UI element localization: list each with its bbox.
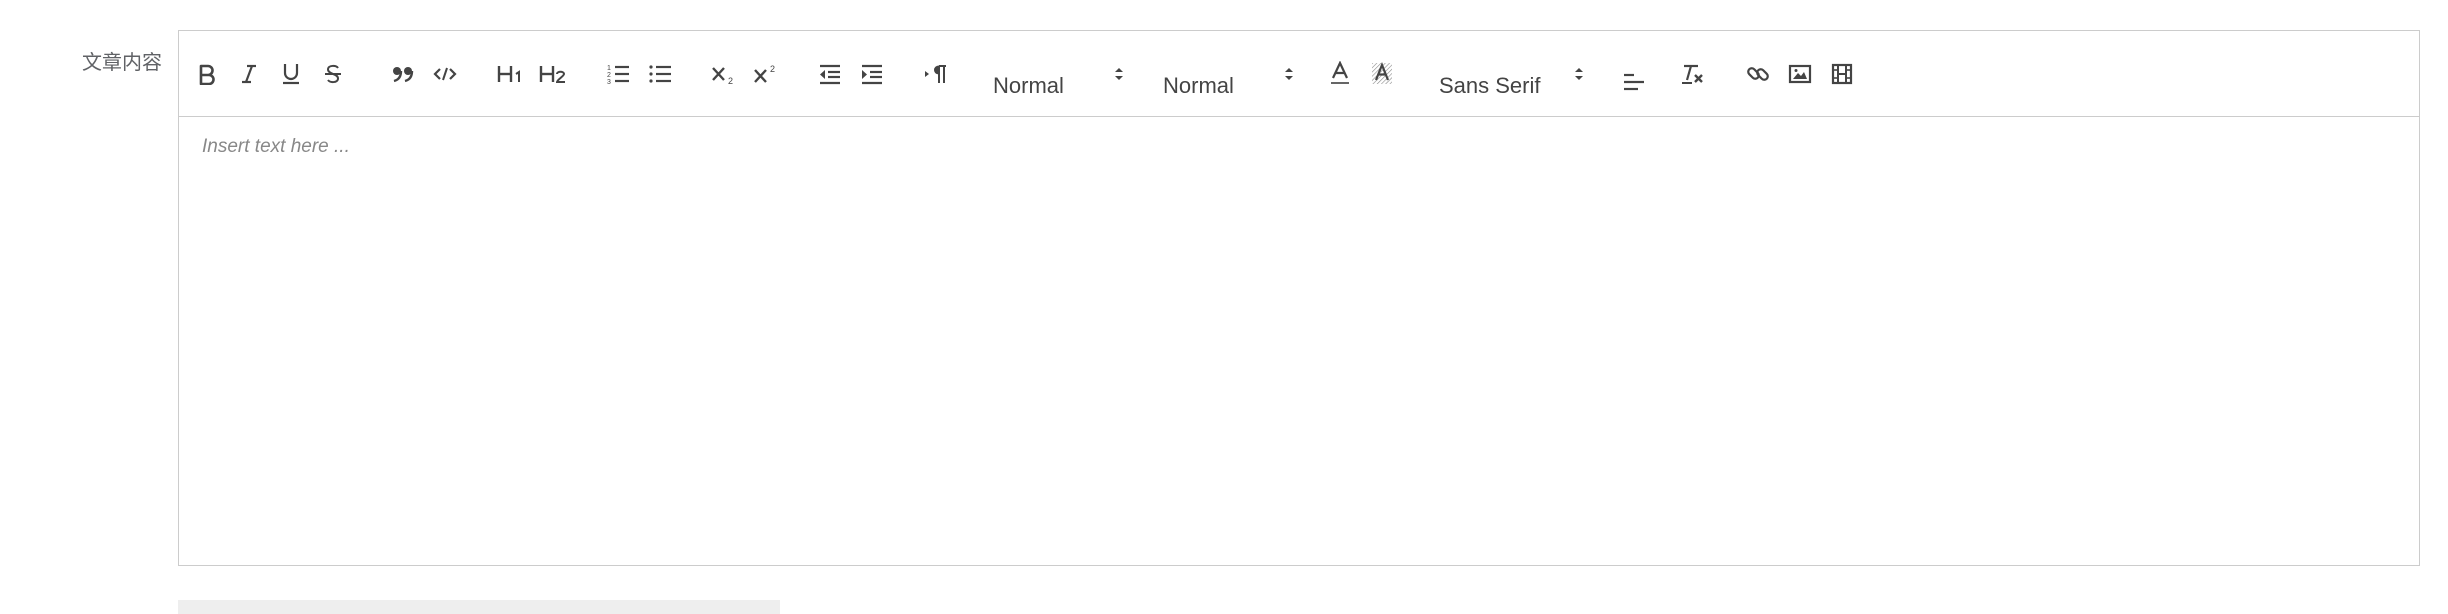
color-button[interactable] xyxy=(1325,31,1355,117)
direction-icon xyxy=(925,65,946,83)
svg-text:1: 1 xyxy=(607,65,611,72)
size-picker-label: Normal xyxy=(1163,73,1234,98)
italic-icon xyxy=(242,64,256,84)
svg-text:2: 2 xyxy=(728,76,733,85)
svg-text:2: 2 xyxy=(607,72,611,79)
ordered-list-icon: 1 2 3 xyxy=(607,65,629,85)
underline-button[interactable] xyxy=(277,31,305,117)
editor-content[interactable] xyxy=(179,117,2419,565)
chevron-up-down-icon xyxy=(1285,68,1293,80)
indent-button[interactable] xyxy=(857,31,887,117)
page: 文章内容 1 2 3 2 2 Normal Normal Sans Serif … xyxy=(0,0,2448,614)
direction-button[interactable] xyxy=(921,31,951,117)
form-next-field xyxy=(178,600,780,614)
clean-icon xyxy=(1682,64,1703,84)
ordered-list-button[interactable]: 1 2 3 xyxy=(603,31,633,117)
header-1-button[interactable] xyxy=(495,31,527,117)
chevron-up-down-icon xyxy=(1115,68,1123,80)
strike-button[interactable] xyxy=(319,31,347,117)
blockquote-button[interactable] xyxy=(389,31,417,117)
color-icon xyxy=(1331,61,1349,84)
svg-text:2: 2 xyxy=(770,64,775,74)
header-picker-label: Normal xyxy=(993,73,1064,98)
align-button[interactable] xyxy=(1617,39,1651,125)
strike-icon xyxy=(325,64,341,84)
editor-placeholder: Insert text here ... xyxy=(202,136,350,157)
svg-text:3: 3 xyxy=(607,79,611,85)
subscript-button[interactable]: 2 xyxy=(709,31,739,117)
editor-text-area[interactable] xyxy=(179,117,2419,565)
italic-button[interactable] xyxy=(235,31,263,117)
header-2-button[interactable] xyxy=(537,31,569,117)
subscript-icon: 2 xyxy=(712,67,733,85)
image-icon xyxy=(1788,64,1812,84)
form-label-article-content: 文章内容 xyxy=(82,50,162,74)
video-button[interactable] xyxy=(1827,31,1857,117)
outdent-button[interactable] xyxy=(815,31,845,117)
superscript-icon: 2 xyxy=(754,64,775,83)
bullet-list-icon xyxy=(649,65,671,83)
video-icon xyxy=(1831,63,1853,85)
code-block-icon xyxy=(433,67,457,81)
underline-icon xyxy=(283,64,299,85)
font-picker[interactable]: Sans Serif xyxy=(1439,31,1599,117)
align-icon xyxy=(1624,73,1644,91)
clean-button[interactable] xyxy=(1677,31,1709,117)
background-button[interactable] xyxy=(1367,31,1397,117)
code-block-button[interactable] xyxy=(431,31,459,117)
size-picker[interactable]: Normal xyxy=(1163,31,1333,117)
bold-button[interactable] xyxy=(193,31,221,117)
outdent-icon xyxy=(820,64,840,85)
background-icon xyxy=(1372,62,1392,84)
font-picker-label: Sans Serif xyxy=(1439,73,1541,98)
link-button[interactable] xyxy=(1743,31,1773,117)
bold-icon xyxy=(199,64,215,85)
image-button[interactable] xyxy=(1785,31,1815,117)
link-icon xyxy=(1747,67,1769,81)
chevron-up-down-icon xyxy=(1575,68,1583,80)
rich-text-editor: 1 2 3 2 2 Normal Normal Sans Serif xyxy=(178,30,2420,566)
header-1-icon xyxy=(497,66,520,82)
bullet-list-button[interactable] xyxy=(645,31,675,117)
header-picker[interactable]: Normal xyxy=(993,31,1163,117)
superscript-button[interactable]: 2 xyxy=(751,31,781,117)
editor-toolbar: 1 2 3 2 2 Normal Normal Sans Serif xyxy=(179,31,2419,117)
blockquote-icon xyxy=(393,67,414,83)
header-2-icon xyxy=(539,66,566,83)
indent-icon xyxy=(862,64,882,85)
